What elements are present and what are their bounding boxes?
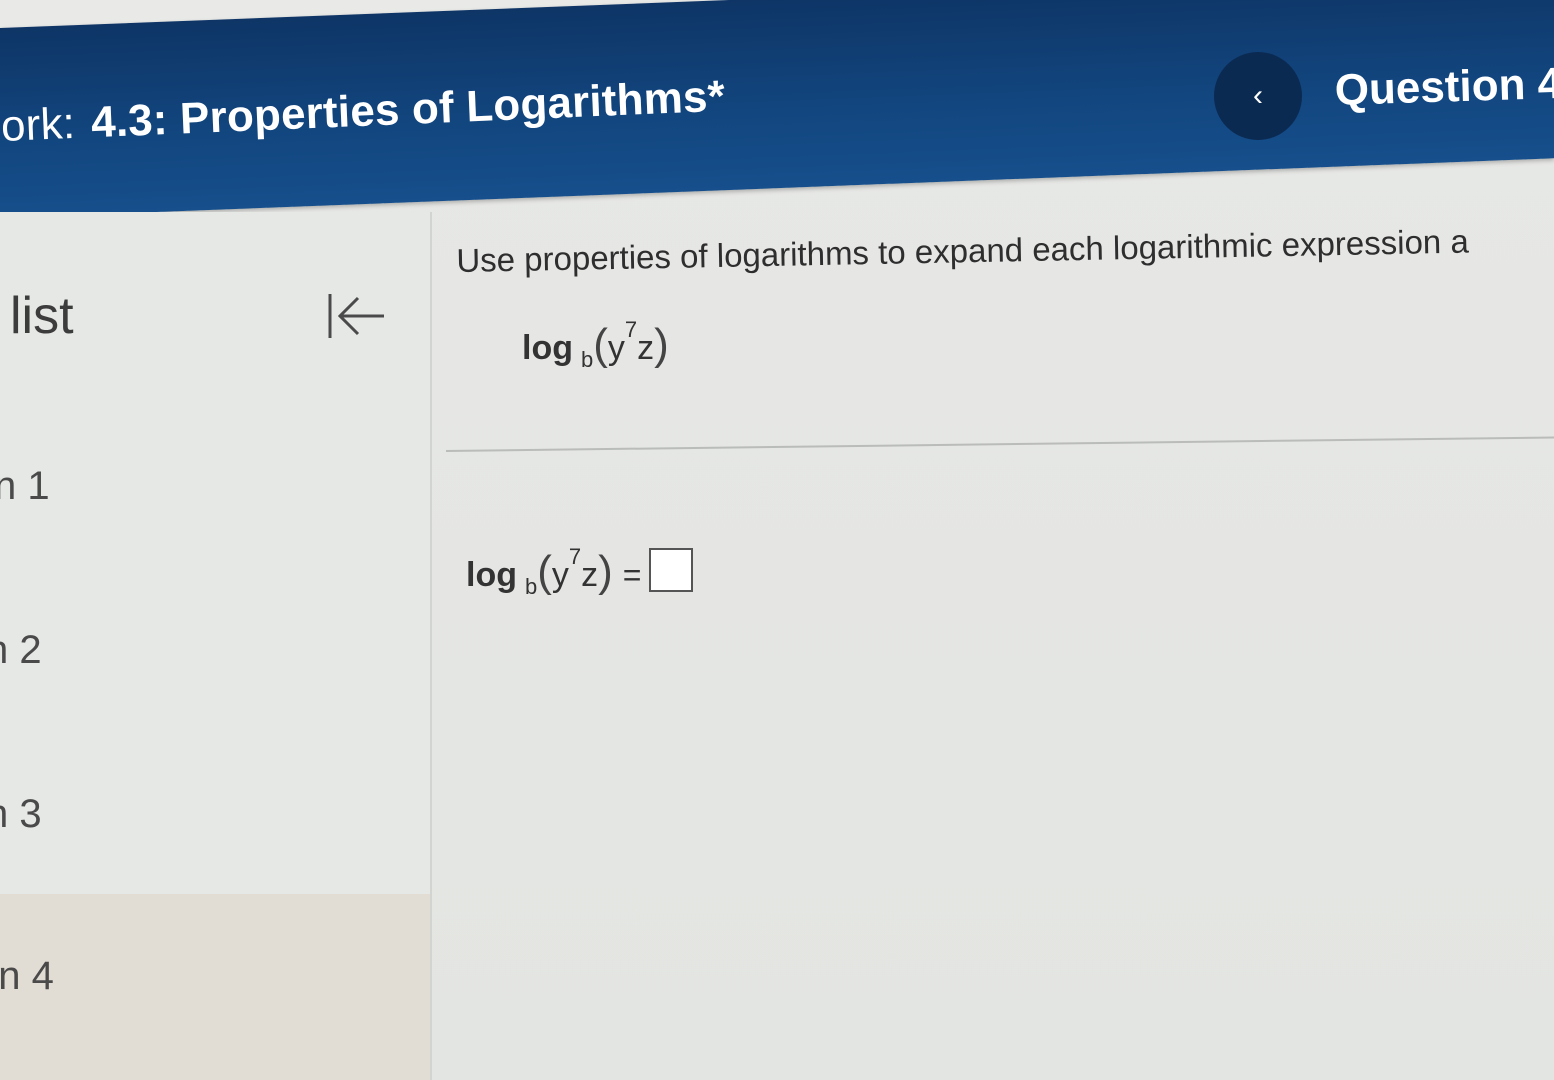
sidebar-item-label: n 1 <box>0 464 50 508</box>
open-paren: ( <box>593 320 608 369</box>
sidebar-item-question-1[interactable]: n 1 <box>0 412 430 562</box>
sidebar-item-question-2[interactable]: n 2 <box>0 578 430 728</box>
answer-input-box[interactable] <box>649 548 694 592</box>
exponent: 7 <box>624 317 638 342</box>
log-base: b <box>580 347 594 372</box>
variable-y: y <box>607 329 625 367</box>
answer-equation: log b ( y 7 z ) = <box>466 542 694 599</box>
question-content: Use properties of logarithms to expand e… <box>432 212 1554 1080</box>
section-divider <box>446 436 1554 452</box>
assignment-prefix: ork: <box>0 98 77 151</box>
sidebar-title: list <box>10 287 74 345</box>
collapse-left-icon <box>328 294 384 338</box>
sidebar-item-label: n 2 <box>0 628 42 672</box>
sidebar-item-label: n 3 <box>0 792 42 836</box>
close-paren: ) <box>654 320 669 369</box>
variable-z: z <box>637 329 655 367</box>
collapse-sidebar-button[interactable] <box>322 286 392 346</box>
question-instruction: Use properties of logarithms to expand e… <box>456 222 1470 279</box>
page: ork: 4.3: Properties of Logarithms* ‹ Que… <box>0 0 1554 1080</box>
close-paren: ) <box>598 547 613 596</box>
variable-z: z <box>581 556 599 594</box>
exponent: 7 <box>568 544 582 569</box>
log-function: log <box>522 329 573 367</box>
equals-sign: = <box>622 557 642 593</box>
question-list-sidebar: list n 1 n 2 n 3 on 4 <box>0 212 432 1080</box>
sidebar-item-question-4[interactable]: on 4 <box>0 894 430 1080</box>
sidebar-item-question-3[interactable]: n 3 <box>0 742 430 892</box>
sidebar-item-label: on 4 <box>0 954 54 998</box>
log-function: log <box>466 556 517 594</box>
given-expression: log b ( y 7 z ) <box>522 317 669 372</box>
previous-question-button[interactable]: ‹ <box>1214 52 1302 140</box>
log-base: b <box>524 574 538 599</box>
question-indicator: Question 4 <box>1334 58 1554 115</box>
chevron-left-icon: ‹ <box>1253 79 1263 112</box>
open-paren: ( <box>537 547 552 596</box>
variable-y: y <box>551 556 569 594</box>
